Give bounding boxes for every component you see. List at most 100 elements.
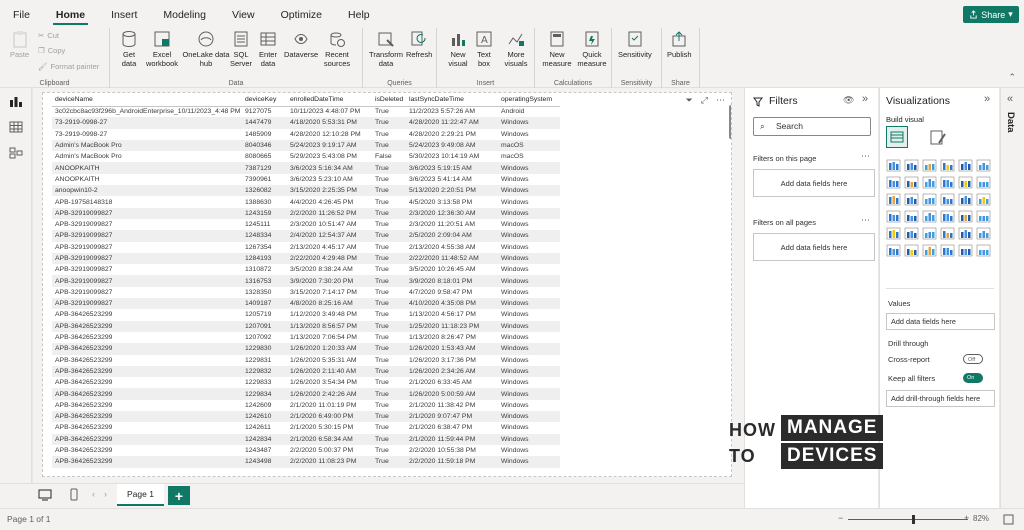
kpi-icon[interactable] bbox=[976, 210, 991, 223]
collapse-pane-icon[interactable]: » bbox=[862, 93, 868, 105]
filters-page-more-icon[interactable]: ⋯ bbox=[861, 151, 870, 162]
filters-on-page-well[interactable]: Add data fields here bbox=[753, 169, 875, 197]
sensitivity-button[interactable]: Sensitivity bbox=[618, 30, 652, 59]
table-row[interactable]: APB-32919099827 1245111 2/3/2020 10:51:47 … bbox=[52, 219, 560, 230]
menu-help[interactable]: Help bbox=[335, 0, 383, 28]
scatter-chart-icon[interactable] bbox=[886, 193, 901, 206]
table-row[interactable]: APB-32919099827 1316753 3/9/2020 7:30:20 P… bbox=[52, 275, 560, 287]
table-row[interactable]: Admin's MacBook Pro 8080665 5/29/2023 5:43… bbox=[52, 151, 560, 162]
vertical-scrollbar[interactable] bbox=[729, 105, 731, 139]
zoom-in-icon[interactable]: + bbox=[964, 513, 969, 523]
menu-file[interactable]: File bbox=[0, 0, 43, 28]
new-measure-button[interactable]: New measure bbox=[541, 30, 573, 68]
table-row[interactable]: 3c02cbc8ac93f296b_AndroidEnterprise_10/1… bbox=[52, 106, 560, 117]
keep-all-filters-toggle[interactable]: On bbox=[963, 373, 983, 383]
column-header-devicename[interactable]: deviceName bbox=[52, 93, 242, 107]
build-visual-tab[interactable] bbox=[886, 126, 908, 148]
text-box-button[interactable]: A Text box bbox=[475, 30, 493, 68]
area-chart-icon[interactable] bbox=[904, 176, 919, 189]
qa-visual-icon[interactable] bbox=[904, 244, 919, 257]
collapse-ribbon-icon[interactable]: ⌃ bbox=[1008, 72, 1016, 83]
format-painter-button[interactable]: 🖌 Format painter bbox=[38, 62, 99, 71]
table-row[interactable]: APB-32919099827 1243159 2/2/2020 11:26:52 … bbox=[52, 207, 560, 219]
table-row[interactable]: APB-36426523299 1229832 1/26/2020 2:11:40 … bbox=[52, 365, 560, 378]
get-data-button[interactable]: Get data bbox=[116, 30, 142, 68]
zoom-slider-thumb[interactable] bbox=[912, 515, 915, 524]
column-header-lastsyncdatetime[interactable]: lastSyncDateTime bbox=[406, 93, 498, 107]
column-header-devicekey[interactable]: deviceKey bbox=[242, 93, 287, 107]
tab-scroll-left-icon[interactable]: ‹ bbox=[92, 489, 95, 499]
table-view-icon[interactable] bbox=[9, 121, 23, 133]
table-row[interactable]: APB-32919099827 1328350 3/15/2020 7:14:17 … bbox=[52, 287, 560, 298]
filters-on-all-well[interactable]: Add data fields here bbox=[753, 233, 875, 261]
share-button[interactable]: Share ▾ bbox=[963, 6, 1019, 23]
filters-all-more-icon[interactable]: ⋯ bbox=[861, 215, 870, 226]
more-visuals-icon[interactable] bbox=[976, 244, 991, 257]
r-visual-icon[interactable] bbox=[940, 227, 955, 240]
line-column-icon[interactable] bbox=[940, 176, 955, 189]
table-row[interactable]: APB-32919099827 1409187 4/8/2020 8:25:16 A… bbox=[52, 298, 560, 310]
table-row[interactable]: APB-36426523299 1207091 1/13/2020 8:56:57 … bbox=[52, 320, 560, 332]
matrix-icon[interactable] bbox=[922, 227, 937, 240]
table-row[interactable]: APB-19758148318 1388630 4/4/2020 4:26:45 P… bbox=[52, 196, 560, 207]
table-row[interactable]: APB-36426523299 1229834 1/26/2020 2:42:26 … bbox=[52, 388, 560, 400]
100-bar-icon[interactable] bbox=[958, 159, 973, 172]
format-visual-tab[interactable] bbox=[928, 128, 948, 150]
table-row[interactable]: APB-36426523299 1205719 1/12/2020 3:49:48 … bbox=[52, 309, 560, 320]
new-visual-button[interactable]: New visual bbox=[447, 30, 469, 68]
table-row[interactable]: anoopwin10-2 1326082 3/15/2020 2:25:35 PM T… bbox=[52, 185, 560, 197]
data-pane[interactable]: « Data bbox=[1000, 88, 1024, 508]
multi-row-card-icon[interactable] bbox=[958, 210, 973, 223]
more-options-icon[interactable]: ⋯ bbox=[716, 95, 725, 106]
donut-chart-icon[interactable] bbox=[922, 193, 937, 206]
expand-data-icon[interactable]: « bbox=[1007, 93, 1013, 105]
enter-data-button[interactable]: Enter data bbox=[257, 30, 279, 68]
refresh-button[interactable]: Refresh bbox=[406, 30, 432, 59]
values-well[interactable]: Add data fields here bbox=[886, 313, 995, 330]
add-page-button[interactable]: + bbox=[168, 486, 190, 505]
100-column-icon[interactable] bbox=[976, 159, 991, 172]
azure-map-icon[interactable] bbox=[922, 210, 937, 223]
dataverse-button[interactable]: Dataverse bbox=[284, 30, 318, 59]
quick-measure-button[interactable]: Quick measure bbox=[575, 30, 609, 68]
table-row[interactable]: APB-36426523299 1229830 1/26/2020 1:20:33 … bbox=[52, 343, 560, 355]
table-row[interactable]: APB-36426523299 1229831 1/26/2020 5:35:31 … bbox=[52, 355, 560, 366]
paginated-report-icon[interactable] bbox=[922, 244, 937, 257]
power-apps-icon[interactable] bbox=[958, 244, 973, 257]
filter-icon[interactable]: ⏷ bbox=[686, 95, 693, 106]
table-row[interactable]: APB-32919099827 1310872 3/5/2020 8:38:24 A… bbox=[52, 264, 560, 275]
publish-button[interactable]: Publish bbox=[667, 30, 692, 59]
map-icon[interactable] bbox=[886, 210, 901, 223]
cut-button[interactable]: ✂ Cut bbox=[38, 31, 59, 40]
table-row[interactable]: APB-36426523299 1242609 2/1/2020 11:01:19 … bbox=[52, 400, 560, 411]
card-icon[interactable] bbox=[940, 210, 955, 223]
slicer-icon[interactable] bbox=[886, 227, 901, 240]
clustered-column-icon[interactable] bbox=[940, 159, 955, 172]
stacked-area-icon[interactable] bbox=[922, 176, 937, 189]
treemap-icon[interactable] bbox=[958, 193, 973, 206]
desktop-layout-icon[interactable] bbox=[38, 489, 52, 501]
key-influencers-icon[interactable] bbox=[976, 227, 991, 240]
recent-sources-button[interactable]: Recent sources bbox=[320, 30, 354, 68]
line-chart-icon[interactable] bbox=[886, 176, 901, 189]
table-row[interactable]: APB-32919099827 1248334 2/4/2020 12:54:37 … bbox=[52, 230, 560, 242]
menu-insert[interactable]: Insert bbox=[98, 0, 150, 28]
column-header-isdeleted[interactable]: isDeleted bbox=[372, 93, 406, 107]
clustered-bar-icon[interactable] bbox=[904, 159, 919, 172]
table-row[interactable]: ANOOPKAITH 7387129 3/6/2023 5:16:34 AM True… bbox=[52, 162, 560, 174]
eye-icon[interactable]: 👁 bbox=[843, 95, 854, 106]
table-row[interactable]: 73-2919-0998-27 1447479 4/18/2020 5:53:31 … bbox=[52, 117, 560, 129]
copy-button[interactable]: ❐ Copy bbox=[38, 46, 65, 55]
zoom-out-icon[interactable]: − bbox=[838, 513, 843, 523]
report-view-icon[interactable] bbox=[9, 95, 23, 107]
sql-server-button[interactable]: SQL Server bbox=[229, 30, 253, 68]
stacked-column-icon[interactable] bbox=[922, 159, 937, 172]
mobile-layout-icon[interactable] bbox=[70, 488, 78, 501]
zoom-slider[interactable] bbox=[848, 519, 968, 520]
table-row[interactable]: APB-36426523299 1207092 1/13/2020 7:06:54 … bbox=[52, 332, 560, 343]
table-icon[interactable] bbox=[904, 227, 919, 240]
table-row[interactable]: APB-36426523299 1242611 2/1/2020 5:30:15 P… bbox=[52, 422, 560, 433]
table-row[interactable]: APB-36426523299 1242610 2/1/2020 6:49:00 P… bbox=[52, 411, 560, 423]
table-visual[interactable]: deviceName deviceKey enrolledDateTime is… bbox=[42, 92, 732, 477]
table-row[interactable]: APB-36426523299 1229833 1/26/2020 3:54:34 … bbox=[52, 377, 560, 388]
